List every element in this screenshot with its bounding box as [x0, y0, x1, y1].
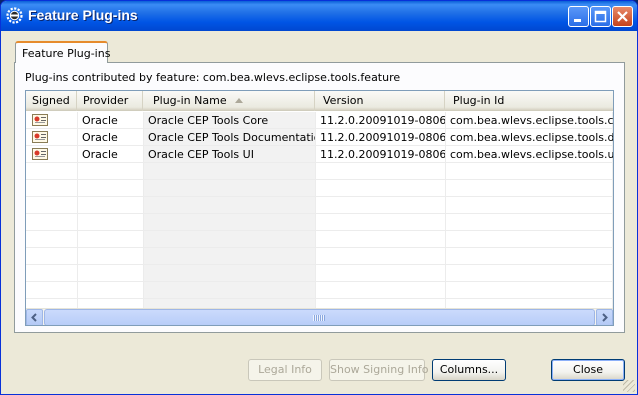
cell-provider: Oracle: [82, 131, 118, 144]
certificate-icon: [32, 131, 48, 143]
table-row[interactable]: Oracle Oracle CEP Tools Core 11.2.0.2009…: [26, 112, 613, 129]
chevron-right-icon: [602, 313, 608, 322]
column-label: Version: [323, 94, 364, 107]
columns-button[interactable]: Columns...: [432, 359, 506, 381]
column-header-version[interactable]: Version: [315, 91, 445, 111]
column-header-signed[interactable]: Signed: [26, 91, 77, 111]
empty-row: [26, 214, 613, 231]
certificate-icon: [32, 114, 48, 126]
cell-plugin-name: Oracle CEP Tools Documentation: [148, 131, 315, 144]
empty-row: [26, 282, 613, 299]
cell-plugin-name: Oracle CEP Tools Core: [148, 114, 269, 127]
close-button[interactable]: Close: [551, 359, 625, 381]
feature-description: Plug-ins contributed by feature: com.bea…: [25, 71, 401, 84]
chevron-left-icon: [31, 313, 37, 322]
cell-version: 11.2.0.20091019-0806: [320, 148, 445, 161]
certificate-icon: [32, 148, 48, 160]
plugins-table[interactable]: Signed Provider Plug-in Name Version Plu…: [25, 90, 614, 326]
tab-panel: Plug-ins contributed by feature: com.bea…: [14, 62, 625, 333]
cell-provider: Oracle: [82, 114, 118, 127]
table-header: Signed Provider Plug-in Name Version Plu…: [26, 91, 613, 111]
table-row[interactable]: Oracle Oracle CEP Tools UI 11.2.0.200910…: [26, 146, 613, 163]
empty-row: [26, 197, 613, 214]
resize-grip-icon[interactable]: [623, 380, 635, 392]
feature-plugins-dialog: Feature Plug-ins Feature Plug-ins Plug-i…: [0, 0, 638, 395]
legal-info-button[interactable]: Legal Info: [248, 359, 322, 381]
maximize-icon: [594, 10, 607, 23]
column-label: Plug-in Id: [453, 94, 505, 107]
empty-row: [26, 231, 613, 248]
close-icon: [617, 11, 628, 22]
column-header-plugin-id[interactable]: Plug-in Id: [445, 91, 613, 111]
show-signing-info-button[interactable]: Show Signing Info: [329, 359, 429, 381]
table-body: Oracle Oracle CEP Tools Core 11.2.0.2009…: [26, 112, 613, 308]
empty-row: [26, 265, 613, 282]
column-label: Signed: [32, 94, 70, 107]
cell-plugin-name: Oracle CEP Tools UI: [148, 148, 254, 161]
minimize-icon: [574, 19, 581, 22]
empty-row: [26, 180, 613, 197]
empty-row: [26, 163, 613, 180]
maximize-button[interactable]: [590, 6, 611, 27]
table-row[interactable]: Oracle Oracle CEP Tools Documentation 11…: [26, 129, 613, 146]
window-title: Feature Plug-ins: [28, 7, 138, 23]
tab-label: Feature Plug-ins: [22, 47, 111, 60]
column-header-plugin-name[interactable]: Plug-in Name: [143, 91, 315, 111]
sort-ascending-icon: [234, 98, 243, 103]
cell-plugin-id: com.bea.wlevs.eclipse.tools.doc: [450, 131, 614, 144]
cell-version: 11.2.0.20091019-0806: [320, 131, 445, 144]
column-header-provider[interactable]: Provider: [77, 91, 143, 111]
scrollbar-thumb[interactable]: [44, 309, 595, 325]
tab-feature-plugins[interactable]: Feature Plug-ins: [15, 41, 111, 63]
title-bar[interactable]: Feature Plug-ins: [1, 1, 637, 31]
eclipse-gear-icon: [6, 7, 23, 24]
grip-icon: [313, 315, 325, 321]
cell-version: 11.2.0.20091019-0806: [320, 114, 445, 127]
scroll-right-button[interactable]: [596, 309, 613, 325]
column-label: Plug-in Name: [153, 94, 227, 107]
cell-provider: Oracle: [82, 148, 118, 161]
column-label: Provider: [83, 94, 129, 107]
cell-plugin-id: com.bea.wlevs.eclipse.tools.ui: [450, 148, 614, 161]
close-window-button[interactable]: [612, 6, 633, 27]
empty-row: [26, 248, 613, 265]
cell-plugin-id: com.bea.wlevs.eclipse.tools.core: [450, 114, 614, 127]
minimize-button[interactable]: [568, 6, 589, 27]
scroll-left-button[interactable]: [26, 309, 43, 325]
horizontal-scrollbar[interactable]: [26, 308, 613, 325]
